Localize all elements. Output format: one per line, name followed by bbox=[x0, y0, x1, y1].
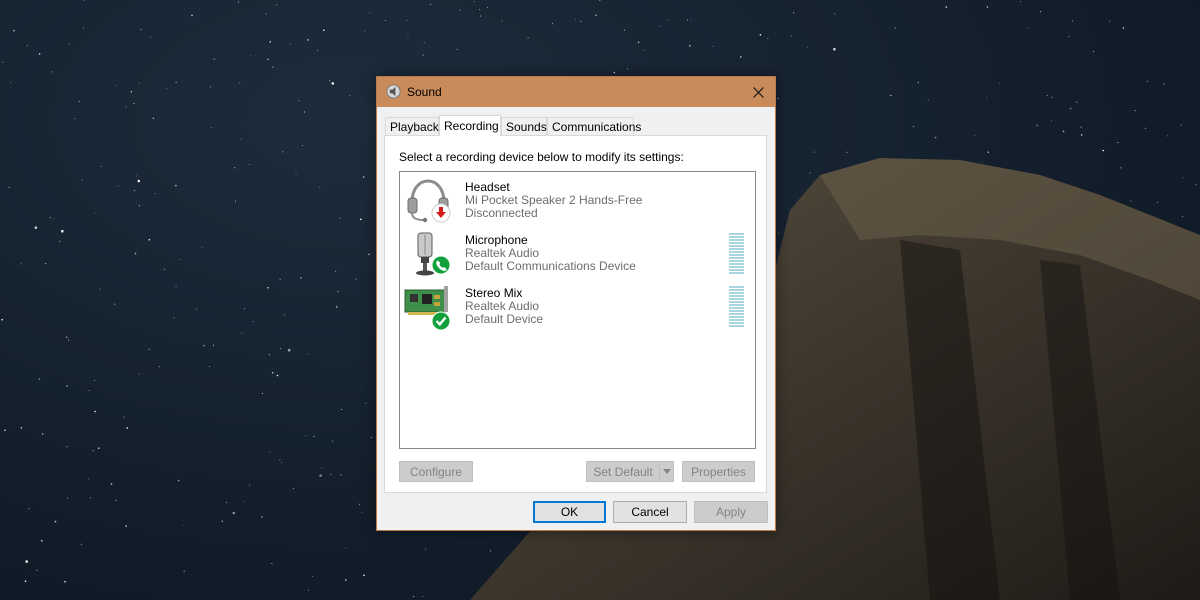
device-list[interactable]: Headset Mi Pocket Speaker 2 Hands-Free D… bbox=[399, 171, 756, 449]
title-bar[interactable]: Sound bbox=[377, 77, 775, 107]
chevron-down-icon bbox=[662, 469, 671, 474]
apply-button[interactable]: Apply bbox=[694, 501, 768, 523]
device-name: Headset bbox=[465, 180, 510, 194]
device-status: Disconnected bbox=[465, 206, 538, 220]
cancel-button[interactable]: Cancel bbox=[613, 501, 687, 523]
sound-card-icon bbox=[404, 286, 451, 330]
device-name: Stereo Mix bbox=[465, 286, 523, 300]
configure-button[interactable]: Configure bbox=[399, 461, 473, 482]
recording-panel: Select a recording device below to modif… bbox=[384, 135, 767, 493]
device-detail: Mi Pocket Speaker 2 Hands-Free bbox=[465, 193, 643, 207]
device-item-stereo-mix[interactable]: Stereo Mix Realtek Audio Default Device bbox=[400, 278, 755, 330]
instruction-text: Select a recording device below to modif… bbox=[399, 150, 684, 164]
close-button[interactable] bbox=[741, 77, 775, 107]
tab-sounds[interactable]: Sounds bbox=[501, 117, 547, 135]
level-meter bbox=[729, 233, 744, 274]
window-title: Sound bbox=[407, 85, 442, 99]
device-name: Microphone bbox=[465, 233, 528, 247]
properties-button[interactable]: Properties bbox=[682, 461, 755, 482]
device-item-microphone[interactable]: Microphone Realtek Audio Default Communi… bbox=[400, 225, 755, 277]
device-item-headset[interactable]: Headset Mi Pocket Speaker 2 Hands-Free D… bbox=[400, 172, 755, 224]
sound-dialog: Sound Playback Recording Sounds Communic… bbox=[376, 76, 776, 531]
close-icon bbox=[752, 86, 764, 98]
device-status: Default Device bbox=[465, 312, 544, 326]
set-default-dropdown[interactable] bbox=[659, 461, 674, 482]
set-default-button[interactable]: Set Default bbox=[586, 461, 660, 482]
microphone-icon bbox=[416, 232, 451, 276]
level-meter bbox=[729, 286, 744, 327]
speaker-icon bbox=[386, 84, 401, 99]
ok-button[interactable]: OK bbox=[533, 501, 606, 523]
tab-recording[interactable]: Recording bbox=[439, 115, 501, 136]
device-detail: Realtek Audio bbox=[465, 299, 540, 313]
device-detail: Realtek Audio bbox=[465, 246, 540, 260]
tab-communications[interactable]: Communications bbox=[547, 117, 641, 135]
headset-icon bbox=[407, 179, 451, 223]
tab-playback[interactable]: Playback bbox=[385, 117, 439, 135]
device-status: Default Communications Device bbox=[465, 259, 636, 273]
